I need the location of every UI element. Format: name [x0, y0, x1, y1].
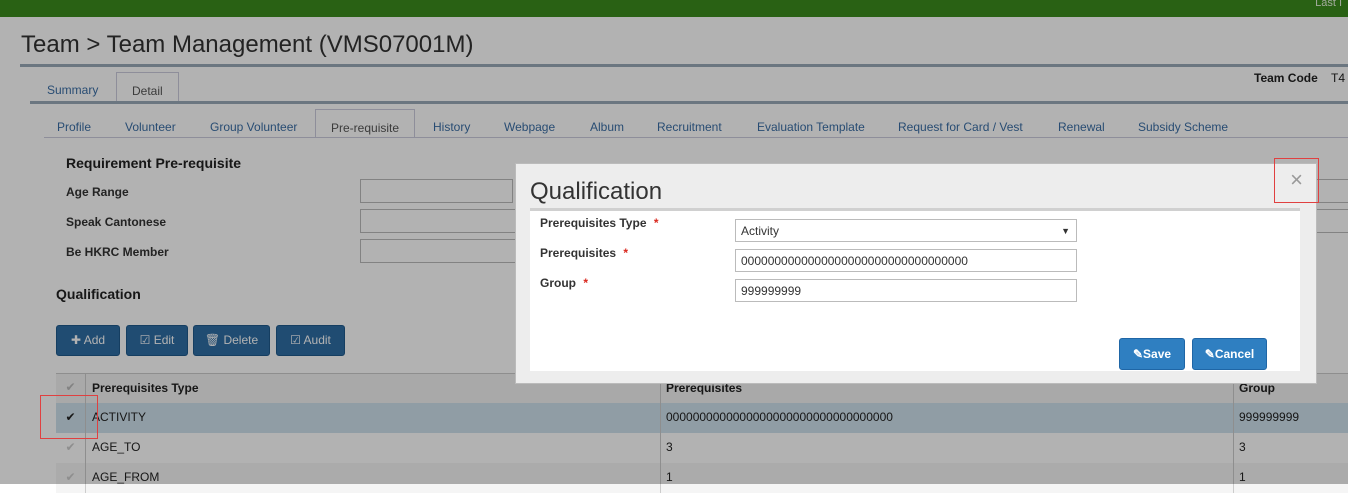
modal-title: Qualification — [530, 178, 663, 205]
required-mark: * — [583, 276, 589, 290]
prerequisites-input[interactable]: 0000000000000000000000000000000000 — [735, 249, 1077, 272]
cancel-button-label: Cancel — [1214, 347, 1255, 361]
save-button-label: Save — [1143, 347, 1172, 361]
dropdown-arrow-icon: ▼ — [1061, 226, 1070, 236]
group-label-text: Group — [540, 276, 576, 290]
prerequisites-type-label-text: Prerequisites Type — [540, 216, 647, 230]
cancel-icon: ✎ — [1204, 347, 1215, 361]
group-input[interactable]: 999999999 — [735, 279, 1077, 302]
group-label: Group * — [540, 276, 588, 290]
save-icon: ✎ — [1132, 347, 1144, 361]
prerequisites-type-value: Activity — [741, 224, 780, 238]
qualification-modal: Qualification × Prerequisites Type * Act… — [515, 158, 1319, 384]
required-mark: * — [653, 216, 659, 230]
save-button[interactable]: ✎Save — [1119, 338, 1185, 370]
cancel-button[interactable]: ✎Cancel — [1192, 338, 1267, 370]
prerequisites-type-select[interactable]: Activity ▼ — [735, 219, 1077, 242]
required-mark: * — [623, 246, 629, 260]
highlight-box-checkbox — [40, 395, 98, 439]
modal-body: Prerequisites Type * Activity ▼ Prerequi… — [530, 208, 1300, 371]
prerequisites-label-text: Prerequisites — [540, 246, 617, 260]
prerequisites-type-label: Prerequisites Type * — [540, 216, 659, 230]
close-icon[interactable]: × — [1274, 158, 1319, 203]
prerequisites-label: Prerequisites * — [540, 246, 628, 260]
